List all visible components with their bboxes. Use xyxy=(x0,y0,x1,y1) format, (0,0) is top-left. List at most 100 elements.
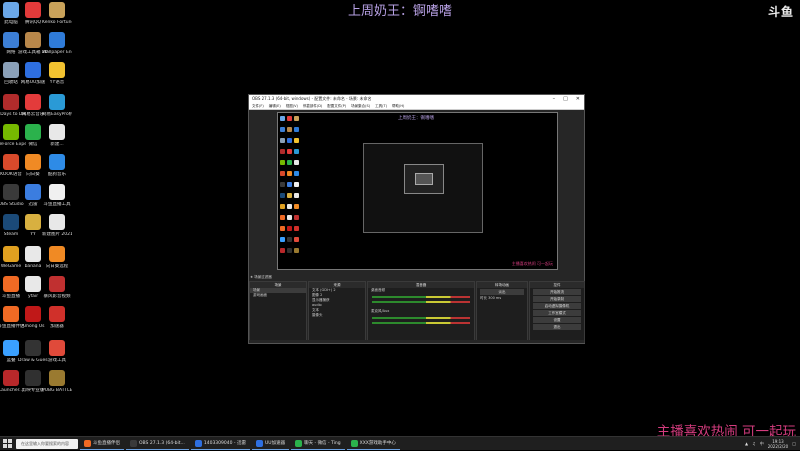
exit-button[interactable]: 退出 xyxy=(533,324,581,330)
taskbar-app-label: 斗鱼直播伴侣 xyxy=(93,441,120,446)
taskbar-search[interactable]: 在这里输入你要搜索的内容 xyxy=(16,438,78,449)
taskbar-app-label: XXX游戏助手中心 xyxy=(359,441,396,446)
menu-tools[interactable]: 工具(T) xyxy=(375,104,387,109)
desktop-icon[interactable]: PUBG BATTLEGR... xyxy=(42,370,72,404)
taskbar-app[interactable]: 斗鱼直播伴侣 xyxy=(80,438,124,450)
volume-icon[interactable]: ♫ xyxy=(752,441,756,446)
menu-file[interactable]: 文件(F) xyxy=(252,104,264,109)
close-icon[interactable]: ✕ xyxy=(576,96,580,102)
nvidia-icon xyxy=(3,124,19,140)
system-tray: ▲ ♫ 中 19:13 2022/2/20 □ xyxy=(745,439,800,449)
menu-profile[interactable]: 配置文件(P) xyxy=(327,104,346,109)
preview-mini-icon xyxy=(280,204,285,209)
desktop-icon[interactable]: 网易EasyPro机械 xyxy=(42,94,72,128)
preview-mini-icon xyxy=(280,160,285,165)
duration-value[interactable]: 300 ms xyxy=(488,296,501,300)
recycle-bin-icon xyxy=(3,62,19,78)
preview-mini-icon xyxy=(280,182,285,187)
preview-mini-icon xyxy=(287,149,292,154)
uu-icon xyxy=(25,62,41,78)
obs-title: OBS 27.1.3 (64-bit, windows) - 配置文件: 未命名… xyxy=(252,96,372,101)
preview-mini-icon xyxy=(294,149,299,154)
desktop-icon[interactable]: Wallpaper Engine xyxy=(42,32,72,66)
launcher-icon xyxy=(3,370,19,386)
source-item[interactable]: 摄像头 xyxy=(309,313,365,318)
duration-row: 时长 300 ms xyxy=(477,296,527,301)
app-icon xyxy=(130,439,137,447)
desktop-icon[interactable]: 暴风影音视频 xyxy=(42,276,72,310)
desktop-icon[interactable]: 酷狗音乐 xyxy=(42,154,72,188)
taskbar-app[interactable]: XXX游戏助手中心 xyxy=(346,438,400,450)
transition-select[interactable]: 淡出 xyxy=(480,289,524,295)
notification-icon[interactable]: □ xyxy=(792,441,796,446)
desktop-icon-label: 酷狗音乐 xyxy=(48,172,66,177)
volume-meter xyxy=(372,317,470,319)
preview-mini-icon xyxy=(287,204,292,209)
qq-icon xyxy=(25,2,41,18)
studio-mode-button[interactable]: 工作室模式 xyxy=(533,310,581,316)
desktop-icon[interactable]: YY语音 xyxy=(42,62,72,96)
app-icon xyxy=(350,439,358,447)
network-icon[interactable]: ▲ xyxy=(745,441,748,446)
volume-meter xyxy=(372,322,470,324)
menu-docks[interactable]: 停靠部件(D) xyxy=(303,104,322,109)
maximize-icon[interactable]: □ xyxy=(563,96,568,102)
companion-icon xyxy=(3,306,19,322)
kook-icon xyxy=(3,154,19,170)
menu-view[interactable]: 视图(V) xyxy=(286,104,298,109)
kugou-icon xyxy=(49,154,65,170)
obs-window[interactable]: OBS 27.1.3 (64-bit, windows) - 配置文件: 未命名… xyxy=(248,94,585,344)
preview-nested-obs-inner xyxy=(404,164,444,194)
menu-edit[interactable]: 编辑(E) xyxy=(269,104,281,109)
desktop-icon[interactable]: 斗鱼直播工具 xyxy=(42,184,72,218)
desktop-icon[interactable]: 向日葵远程 xyxy=(42,246,72,280)
taskbar-app[interactable]: 1403309040 - 迅雷 xyxy=(190,438,250,450)
preview-mini-icon xyxy=(280,215,285,220)
clock[interactable]: 19:13 2022/2/20 xyxy=(768,439,789,449)
menu-help[interactable]: 帮助(H) xyxy=(392,104,404,109)
start-button[interactable] xyxy=(0,437,14,451)
input-language[interactable]: 中 xyxy=(760,441,764,447)
preview-mini-icon xyxy=(294,226,299,231)
preview-mini-icon xyxy=(294,204,299,209)
remote-icon xyxy=(49,246,65,262)
preview-mini-icon xyxy=(287,160,292,165)
preview-mini-icon xyxy=(280,237,285,242)
preview-mini-icon xyxy=(294,182,299,187)
wegame-icon xyxy=(3,246,19,262)
accelerator-icon xyxy=(49,306,65,322)
preview-mini-icon xyxy=(280,226,285,231)
desktop-icon[interactable]: 加速器 xyxy=(42,306,72,340)
minimize-icon[interactable]: – xyxy=(553,96,556,102)
taskbar-app[interactable]: OBS 27.1.3 (64-bit... xyxy=(126,438,189,450)
app-icon xyxy=(49,2,65,18)
menu-scene-collection[interactable]: 场景集合(S) xyxy=(351,104,370,109)
preview-overlay-title: 上周奶王：锕嗜嗜 xyxy=(398,116,434,121)
virtual-camera-button[interactable]: 启动虚拟摄像机 xyxy=(533,303,581,309)
controls-header: 控件 xyxy=(530,282,584,288)
preview-mini-icon xyxy=(287,237,292,242)
desktop-icon[interactable]: 游戏工具 xyxy=(42,340,72,374)
scene-item[interactable]: 游戏画面 xyxy=(250,293,306,298)
desktop-icon[interactable]: 新建图片 20211110... xyxy=(42,214,72,248)
windows-tool-icon xyxy=(49,340,65,356)
pubg-icon xyxy=(49,370,65,386)
desktop-icon[interactable]: 新建... xyxy=(42,124,72,158)
preview-mini-icon xyxy=(294,160,299,165)
taskbar-app[interactable]: UU加速器 xyxy=(251,438,290,450)
desktop-icon-label: 游戏工具 xyxy=(48,358,66,363)
desktop-icon[interactable]: Kenko Fortune xyxy=(42,2,72,36)
settings-button[interactable]: 设置 xyxy=(533,317,581,323)
xunlei-icon xyxy=(25,184,41,200)
obs-titlebar[interactable]: OBS 27.1.3 (64-bit, windows) - 配置文件: 未命名… xyxy=(249,95,584,103)
preview-mini-icon xyxy=(287,182,292,187)
preview-mini-icon xyxy=(294,127,299,132)
start-recording-button[interactable]: 开始录制 xyxy=(533,296,581,302)
preview-mini-icon xyxy=(294,138,299,143)
video-icon xyxy=(49,276,65,292)
start-streaming-button[interactable]: 开始推流 xyxy=(533,289,581,295)
taskbar-app[interactable]: 聊天 - 微信 - Ting xyxy=(291,438,345,450)
obs-preview[interactable]: 上周奶王：锕嗜嗜 主播喜欢热闹 可一起玩 xyxy=(277,112,558,270)
preview-mini-icon xyxy=(287,226,292,231)
file-icon xyxy=(49,124,65,140)
